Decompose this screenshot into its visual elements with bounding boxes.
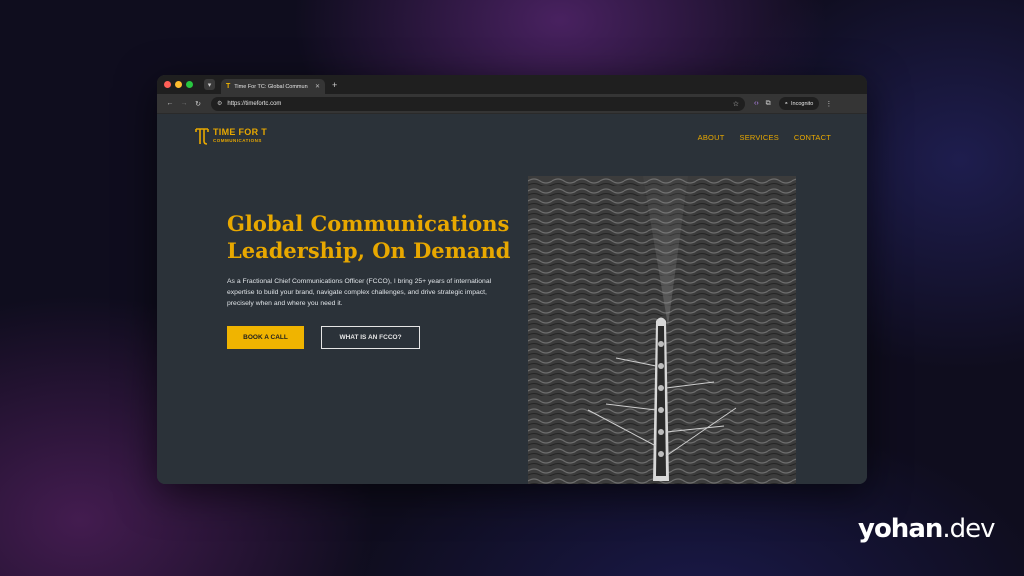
browser-toolbar: ← → ↻ ⚙ https://timefortc.com ☆ ‹› ⧉ ◓ I… <box>157 94 867 114</box>
nav-about[interactable]: ABOUT <box>698 133 725 142</box>
watermark-brand: yohan <box>858 514 943 544</box>
address-bar[interactable]: ⚙ https://timefortc.com ☆ <box>211 96 745 111</box>
site-logo[interactable]: TIME FOR T COMMUNICATIONS <box>195 127 267 145</box>
browser-window: ▾ T Time For TC: Global Commun ✕ + ← → ↻… <box>157 75 867 484</box>
logo-mark-icon <box>195 128 209 145</box>
hero-description: As a Fractional Chief Communications Off… <box>227 278 492 307</box>
close-window-button[interactable] <box>164 81 171 88</box>
logo-subtitle: COMMUNICATIONS <box>213 138 262 143</box>
main-nav: ABOUT SERVICES CONTACT <box>698 133 831 142</box>
chevron-down-icon: ▾ <box>207 81 212 89</box>
incognito-badge[interactable]: ◓ Incognito <box>778 97 820 110</box>
watermark-suffix: .dev <box>942 514 995 544</box>
more-menu-icon[interactable]: ⋮ <box>825 100 832 108</box>
hero-image-rowing-boat <box>528 176 796 484</box>
incognito-label: Incognito <box>791 100 814 107</box>
logo-title: TIME FOR T <box>213 127 267 137</box>
site-settings-icon[interactable]: ⚙ <box>217 100 222 107</box>
webpage: TIME FOR T COMMUNICATIONS ABOUT SERVICES… <box>157 114 867 484</box>
bookmark-star-icon[interactable]: ☆ <box>733 100 739 108</box>
tab-close-icon[interactable]: ✕ <box>315 83 320 90</box>
minimize-window-button[interactable] <box>175 81 182 88</box>
nav-contact[interactable]: CONTACT <box>794 133 831 142</box>
rowing-boat-photo <box>528 176 796 484</box>
back-button[interactable]: ← <box>163 100 177 107</box>
extensions-puzzle-icon[interactable]: ⧉ <box>766 100 771 108</box>
reload-button[interactable]: ↻ <box>191 100 205 108</box>
logo-text: TIME FOR T COMMUNICATIONS <box>213 128 267 144</box>
incognito-icon: ◓ <box>784 100 788 107</box>
hero-title: Global Communications Leadership, On Dem… <box>227 210 527 264</box>
tab-bar: ▾ T Time For TC: Global Commun ✕ + <box>157 75 867 94</box>
nav-services[interactable]: SERVICES <box>740 133 779 142</box>
maximize-window-button[interactable] <box>186 81 193 88</box>
book-call-button[interactable]: BOOK A CALL <box>227 326 304 349</box>
what-is-fcco-button[interactable]: WHAT IS AN FCCO? <box>321 326 420 349</box>
window-controls <box>164 81 193 88</box>
tab-title: Time For TC: Global Commun <box>234 83 308 90</box>
hero-title-line2: Leadership, On Demand <box>227 238 511 263</box>
hero-title-line1: Global Communications <box>227 211 510 236</box>
watermark-logo: yohan.dev <box>858 514 996 544</box>
forward-button[interactable]: → <box>177 100 191 107</box>
tab-search-button[interactable]: ▾ <box>204 79 215 90</box>
url-text: https://timefortc.com <box>227 100 282 107</box>
site-favicon-icon: T <box>226 83 231 90</box>
extension-code-icon[interactable]: ‹› <box>754 100 759 107</box>
tab-active[interactable]: T Time For TC: Global Commun ✕ <box>221 79 325 94</box>
new-tab-button[interactable]: + <box>332 80 337 90</box>
